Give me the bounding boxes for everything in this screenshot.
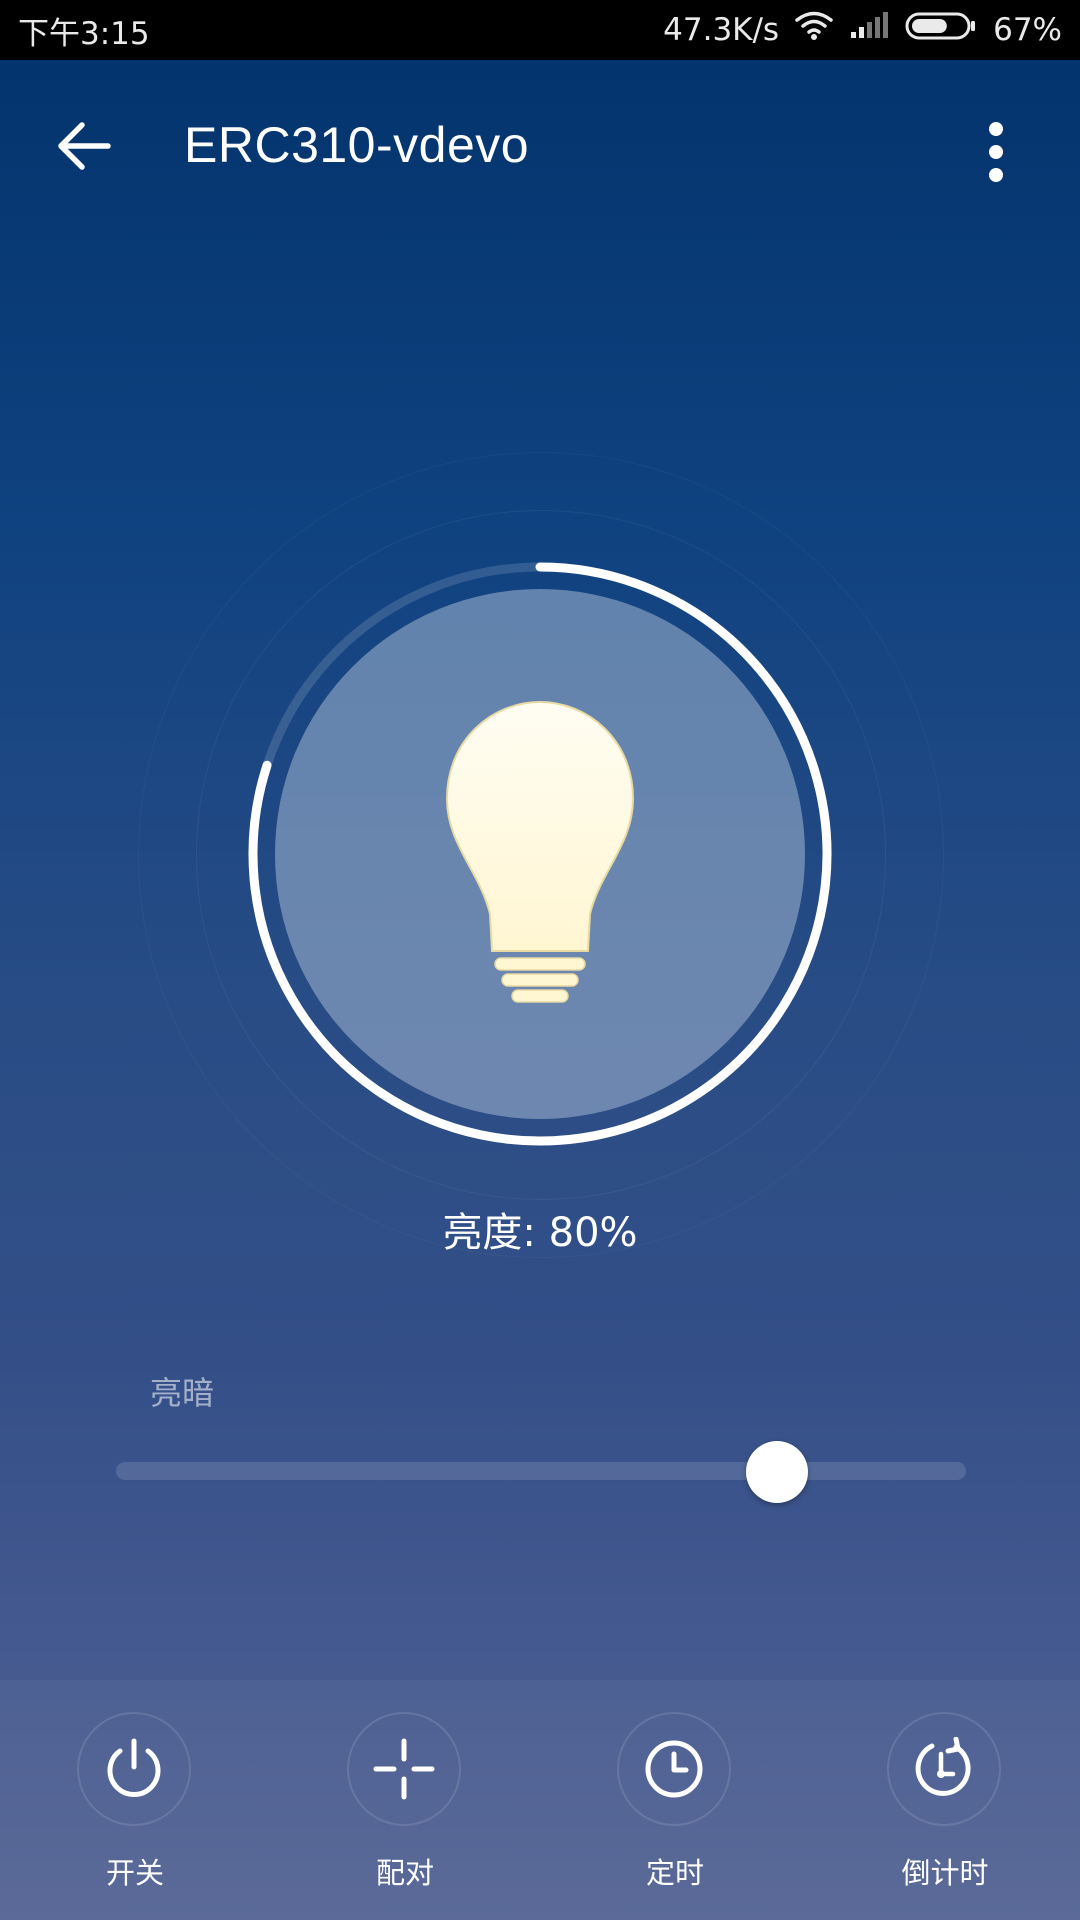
pair-label: 配对: [375, 1856, 434, 1890]
countdown-button[interactable]: [887, 1712, 1001, 1826]
wifi-icon: [795, 11, 833, 49]
status-bar: 下午3:15 47.3K/s 67%: [0, 0, 1080, 60]
status-indicators: 47.3K/s 67%: [663, 11, 1062, 49]
signal-icon: [849, 12, 889, 48]
brightness-slider-track[interactable]: [116, 1462, 966, 1480]
status-time: 下午3:15: [18, 15, 150, 52]
timer-label: 定时: [645, 1856, 704, 1890]
pair-action[interactable]: 配对: [305, 1680, 505, 1920]
bottom-action-bar: 开关 配对 定时 倒计时: [0, 1680, 1080, 1920]
brightness-dial[interactable]: [240, 554, 840, 1154]
brightness-slider-thumb[interactable]: [746, 1441, 809, 1503]
countdown-action[interactable]: 倒计时: [845, 1680, 1045, 1920]
power-button[interactable]: [77, 1712, 191, 1826]
brightness-readout: 亮度: 80%: [442, 1210, 638, 1256]
countdown-label: 倒计时: [901, 1856, 989, 1890]
more-vertical-icon: [989, 122, 1003, 182]
timer-button[interactable]: [617, 1712, 731, 1826]
arrow-left-icon: [58, 122, 111, 170]
more-options-button[interactable]: [968, 112, 1024, 192]
pair-button[interactable]: [347, 1712, 461, 1826]
network-speed: 47.3K/s: [663, 12, 780, 48]
app-screen: ERC310-vdevo 亮度: 80% 亮暗 开关 配对 定时 倒计时: [0, 60, 1080, 1920]
timer-action[interactable]: 定时: [575, 1680, 775, 1920]
page-title: ERC310-vdevo: [184, 117, 530, 173]
power-label: 开关: [105, 1856, 164, 1890]
slider-label: 亮暗: [150, 1374, 215, 1412]
countdown-icon: [915, 1737, 971, 1796]
back-button[interactable]: [48, 110, 120, 182]
pair-crosshair-icon: [373, 1738, 435, 1800]
clock-icon: [645, 1740, 703, 1798]
power-icon: [107, 1738, 161, 1797]
top-app-bar: ERC310-vdevo: [0, 60, 1080, 230]
power-action[interactable]: 开关: [35, 1680, 235, 1920]
battery-icon: [905, 11, 977, 49]
battery-percent: 67%: [993, 12, 1062, 48]
